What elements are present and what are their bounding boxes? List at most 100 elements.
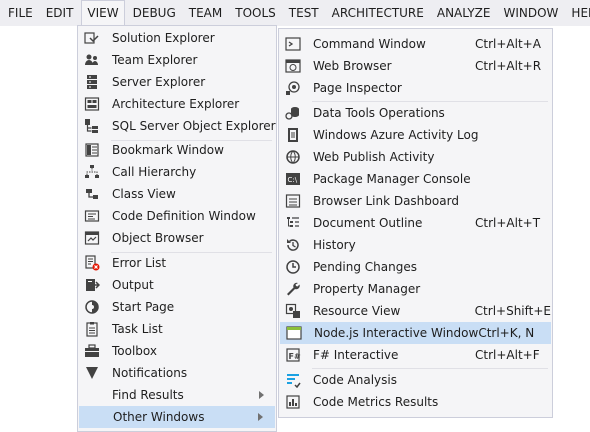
view-item-notifications[interactable]: Notifications	[79, 362, 275, 384]
error-list-icon	[84, 255, 100, 271]
view-item-label: Bookmark Window	[112, 143, 224, 157]
view-item-label: Toolbox	[112, 344, 157, 358]
menu-tools[interactable]: TOOLS	[230, 1, 281, 25]
ow-item-code-metrics-results[interactable]: Code Metrics Results	[280, 391, 551, 413]
view-item-start-page[interactable]: Start Page	[79, 296, 275, 318]
view-item-label: Output	[112, 278, 154, 292]
notifications-icon	[84, 365, 100, 381]
ow-item-label: Property Manager	[313, 282, 421, 296]
ow-item-fsharp-interactive[interactable]: F# F# Interactive Ctrl+Alt+F	[280, 344, 551, 366]
document-outline-icon	[285, 215, 301, 231]
menu-team[interactable]: TEAM	[184, 1, 227, 25]
other-windows-submenu: Command Window Ctrl+Alt+A Web Browser Ct…	[278, 28, 553, 418]
ow-item-shortcut: Ctrl+Alt+T	[475, 216, 541, 230]
view-item-team-explorer[interactable]: Team Explorer	[79, 49, 275, 71]
view-item-label: Class View	[112, 187, 176, 201]
view-item-label: Error List	[112, 256, 167, 270]
menu-architecture[interactable]: ARCHITECTURE	[327, 1, 429, 25]
view-item-label: Server Explorer	[112, 75, 206, 89]
view-item-solution-explorer[interactable]: Solution Explorer	[79, 27, 275, 49]
history-icon	[285, 237, 301, 253]
property-manager-icon	[285, 281, 301, 297]
view-item-task-list[interactable]: Task List	[79, 318, 275, 340]
bookmark-icon	[84, 142, 100, 158]
ow-item-web-publish-activity[interactable]: Web Publish Activity	[280, 146, 551, 168]
menu-help[interactable]: HELP	[566, 1, 590, 25]
ow-item-shortcut: Ctrl+K, N	[478, 326, 535, 340]
menu-analyze[interactable]: ANALYZE	[432, 1, 496, 25]
ow-item-history[interactable]: History	[280, 234, 551, 256]
start-page-icon	[84, 299, 100, 315]
code-definition-icon	[84, 208, 100, 224]
ow-item-command-window[interactable]: Command Window Ctrl+Alt+A	[280, 33, 551, 55]
ow-item-label: Code Analysis	[313, 373, 397, 387]
ow-item-data-tools-operations[interactable]: Data Tools Operations	[280, 102, 551, 124]
ow-item-label: History	[313, 238, 356, 252]
web-browser-icon	[285, 58, 301, 74]
view-item-toolbox[interactable]: Toolbox	[79, 340, 275, 362]
view-item-label: SQL Server Object Explorer	[112, 119, 276, 133]
ow-item-label: Package Manager Console	[313, 172, 471, 186]
ow-item-label: Resource View	[313, 304, 401, 318]
view-item-architecture-explorer[interactable]: Architecture Explorer	[79, 93, 275, 115]
toolbox-icon	[84, 343, 100, 359]
pending-changes-icon	[285, 259, 301, 275]
view-item-server-explorer[interactable]: Server Explorer	[79, 71, 275, 93]
menu-debug[interactable]: DEBUG	[128, 1, 181, 25]
ow-item-nodejs-interactive-window[interactable]: Node.js Interactive Window Ctrl+K, N	[280, 322, 551, 344]
ow-item-page-inspector[interactable]: Page Inspector	[280, 77, 551, 99]
azure-log-icon	[285, 127, 301, 143]
menu-edit[interactable]: EDIT	[41, 1, 79, 25]
menu-view[interactable]: VIEW	[81, 0, 125, 26]
view-item-find-results[interactable]: Find Results	[79, 384, 275, 406]
ow-item-shortcut: Ctrl+Alt+A	[475, 37, 541, 51]
code-analysis-icon	[285, 372, 301, 388]
view-item-class-view[interactable]: Class View	[79, 183, 275, 205]
solution-explorer-icon	[84, 30, 100, 46]
view-item-error-list[interactable]: Error List	[79, 252, 275, 274]
view-item-object-browser[interactable]: Object Browser	[79, 227, 275, 249]
ow-item-label: Web Browser	[313, 59, 392, 73]
code-metrics-icon	[285, 394, 301, 410]
ow-item-pending-changes[interactable]: Pending Changes	[280, 256, 551, 278]
architecture-explorer-icon	[84, 96, 100, 112]
package-manager-icon: C:\	[285, 171, 301, 187]
menu-file[interactable]: FILE	[3, 1, 38, 25]
view-item-other-windows[interactable]: Other Windows	[79, 406, 275, 428]
menu-window[interactable]: WINDOW	[498, 1, 563, 25]
view-item-label: Other Windows	[113, 410, 205, 424]
view-item-call-hierarchy[interactable]: Call Hierarchy	[79, 161, 275, 183]
ow-item-browser-link-dashboard[interactable]: Browser Link Dashboard	[280, 190, 551, 212]
view-item-sql-server-object-explorer[interactable]: SQL Server Object Explorer	[79, 115, 276, 137]
ow-item-windows-azure-activity-log[interactable]: Windows Azure Activity Log	[280, 124, 551, 146]
ow-item-code-analysis[interactable]: Code Analysis	[280, 369, 551, 391]
ow-item-label: F# Interactive	[313, 348, 399, 362]
fsharp-icon: F#	[285, 347, 301, 363]
ow-item-property-manager[interactable]: Property Manager	[280, 278, 551, 300]
view-item-bookmark-window[interactable]: Bookmark Window	[79, 139, 275, 161]
ow-item-shortcut: Ctrl+Alt+F	[475, 348, 540, 362]
output-icon	[84, 277, 100, 293]
chevron-right-icon	[254, 413, 266, 421]
svg-text:F#: F#	[289, 352, 301, 361]
ow-item-shortcut: Ctrl+Shift+E	[474, 304, 551, 318]
ow-item-label: Page Inspector	[313, 81, 402, 95]
menu-test[interactable]: TEST	[284, 1, 324, 25]
view-item-code-definition-window[interactable]: Code Definition Window	[79, 205, 275, 227]
browser-link-icon	[285, 193, 301, 209]
web-publish-icon	[285, 149, 301, 165]
ow-item-package-manager-console[interactable]: C:\ Package Manager Console	[280, 168, 551, 190]
page-inspector-icon	[285, 80, 301, 96]
ow-item-resource-view[interactable]: Resource View Ctrl+Shift+E	[280, 300, 551, 322]
ow-item-label: Web Publish Activity	[313, 150, 435, 164]
ow-item-label: Node.js Interactive Window	[314, 326, 479, 340]
view-item-label: Solution Explorer	[112, 31, 215, 45]
ow-item-label: Code Metrics Results	[313, 395, 439, 409]
ow-item-document-outline[interactable]: Document Outline Ctrl+Alt+T	[280, 212, 551, 234]
view-item-output[interactable]: Output	[79, 274, 275, 296]
view-menu: Solution Explorer Team Explorer Server E…	[77, 25, 277, 432]
class-view-icon	[84, 186, 100, 202]
ow-item-label: Windows Azure Activity Log	[313, 128, 479, 142]
view-item-label: Start Page	[112, 300, 175, 314]
ow-item-web-browser[interactable]: Web Browser Ctrl+Alt+R	[280, 55, 551, 77]
